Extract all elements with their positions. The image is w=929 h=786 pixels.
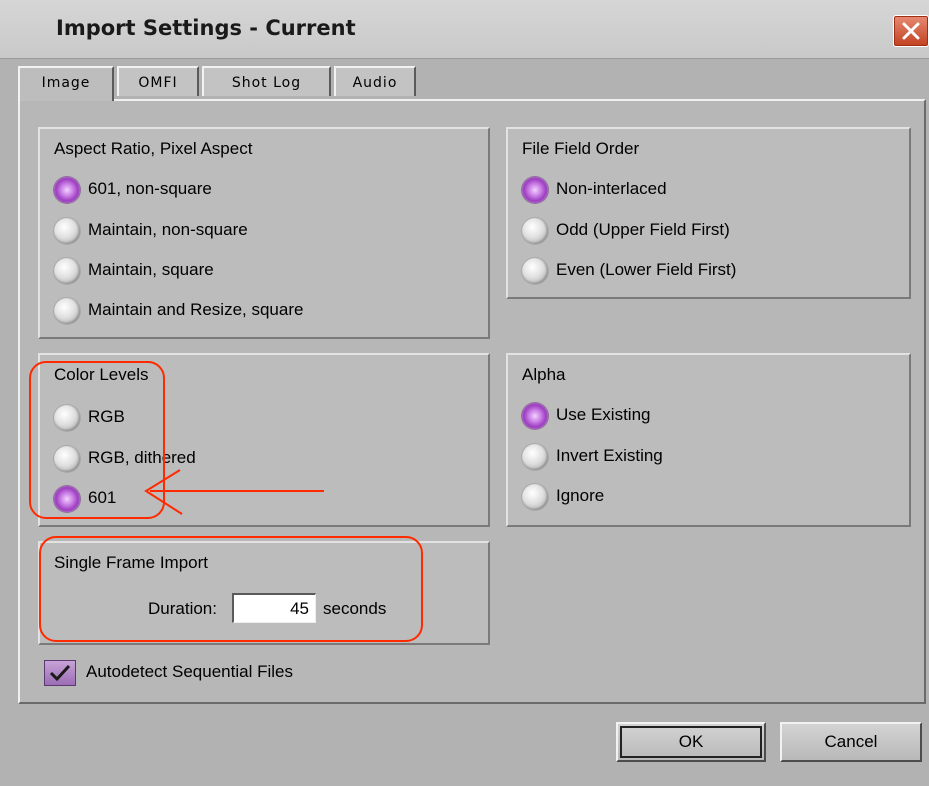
tab-shot-log[interactable]: Shot Log xyxy=(202,66,331,96)
radio-button[interactable] xyxy=(522,444,548,470)
aspect-ratio-group: Aspect Ratio, Pixel Aspect 601, non-squa… xyxy=(38,127,490,339)
close-icon xyxy=(902,22,920,40)
radio-button[interactable] xyxy=(522,484,548,510)
radio-button[interactable] xyxy=(54,177,80,203)
cancel-button[interactable]: Cancel xyxy=(780,722,922,762)
seconds-label: seconds xyxy=(323,599,387,618)
radio-label: Maintain and Resize, square xyxy=(88,300,304,319)
radio-button[interactable] xyxy=(522,258,548,284)
radio-button[interactable] xyxy=(54,258,80,284)
radio-label: Non-interlaced xyxy=(556,179,667,198)
title-bar: Import Settings - Current xyxy=(0,0,929,59)
import-settings-dialog: Import Settings - Current Image OMFI Sho… xyxy=(0,0,929,786)
radio-label: Maintain, square xyxy=(88,260,214,279)
radio-label: Invert Existing xyxy=(556,446,663,465)
tab-omfi[interactable]: OMFI xyxy=(117,66,199,96)
color-levels-group: Color Levels RGB RGB, dithered 601 xyxy=(38,353,490,527)
window-title: Import Settings - Current xyxy=(56,16,356,40)
aspect-ratio-title: Aspect Ratio, Pixel Aspect xyxy=(54,139,253,158)
image-tab-panel: Aspect Ratio, Pixel Aspect 601, non-squa… xyxy=(18,99,926,704)
tab-audio[interactable]: Audio xyxy=(334,66,416,96)
radio-label: 601 xyxy=(88,488,117,507)
radio-button[interactable] xyxy=(54,446,80,472)
radio-button[interactable] xyxy=(54,486,80,512)
radio-button[interactable] xyxy=(54,405,80,431)
checkmark-icon xyxy=(49,664,71,682)
file-field-order-title: File Field Order xyxy=(522,139,640,158)
radio-label: Ignore xyxy=(556,486,605,505)
radio-label: RGB xyxy=(88,407,125,426)
duration-label: Duration: xyxy=(148,599,217,618)
autodetect-label: Autodetect Sequential Files xyxy=(86,662,293,681)
radio-button[interactable] xyxy=(522,218,548,244)
tab-image[interactable]: Image xyxy=(18,66,114,101)
alpha-title: Alpha xyxy=(522,365,566,384)
file-field-order-group: File Field Order Non-interlaced Odd (Upp… xyxy=(506,127,911,299)
color-levels-title: Color Levels xyxy=(54,365,149,384)
duration-input[interactable] xyxy=(232,593,316,623)
radio-label: Maintain, non-square xyxy=(88,220,248,239)
radio-button[interactable] xyxy=(522,177,548,203)
close-button[interactable] xyxy=(893,15,929,47)
radio-button[interactable] xyxy=(54,298,80,324)
radio-label: RGB, dithered xyxy=(88,448,196,467)
alpha-group: Alpha Use Existing Invert Existing Ignor… xyxy=(506,353,911,527)
ok-button[interactable]: OK xyxy=(616,722,766,762)
radio-label: 601, non-square xyxy=(88,179,212,198)
autodetect-checkbox[interactable] xyxy=(44,660,76,686)
radio-button[interactable] xyxy=(522,403,548,429)
radio-label: Odd (Upper Field First) xyxy=(556,220,730,239)
single-frame-import-title: Single Frame Import xyxy=(54,553,208,572)
radio-button[interactable] xyxy=(54,218,80,244)
radio-label: Use Existing xyxy=(556,405,651,424)
radio-label: Even (Lower Field First) xyxy=(556,260,737,279)
single-frame-import-group: Single Frame Import Duration: seconds xyxy=(38,541,490,645)
